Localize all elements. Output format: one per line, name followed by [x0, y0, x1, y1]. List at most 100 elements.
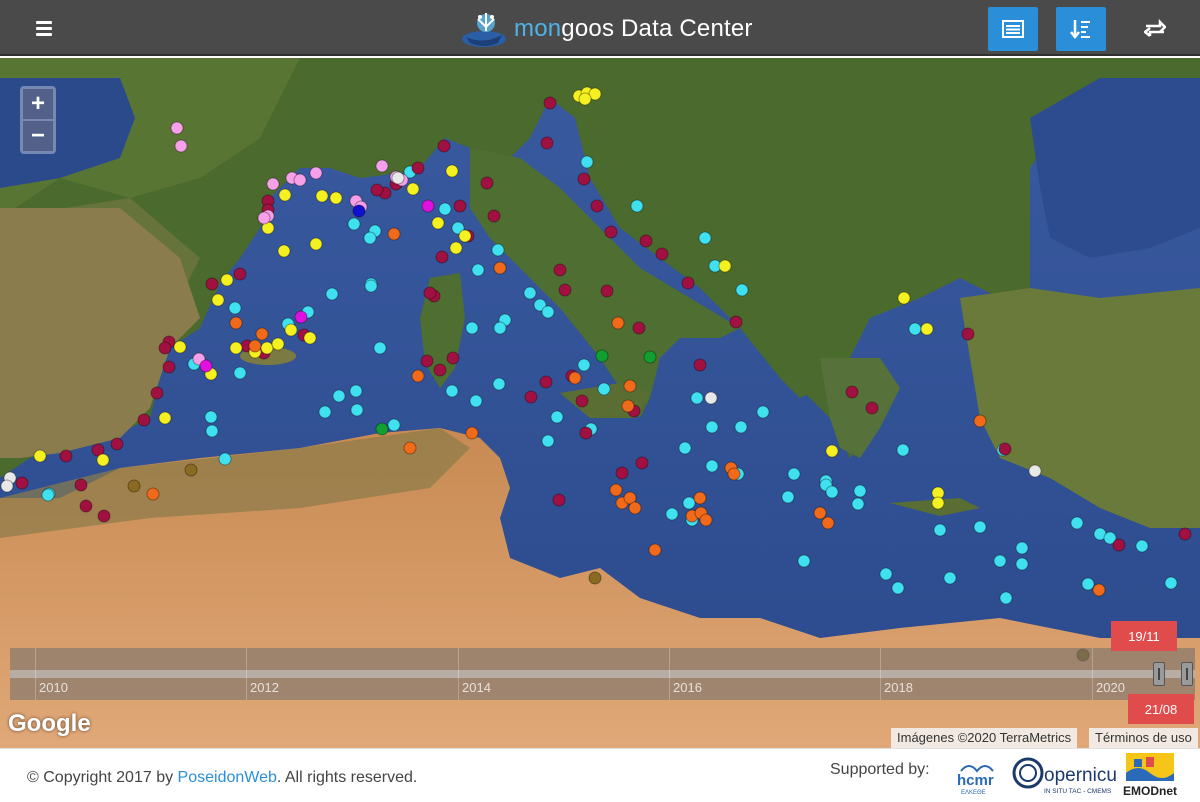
station-marker[interactable]	[993, 554, 1007, 568]
station-marker[interactable]	[431, 216, 445, 230]
station-marker[interactable]	[449, 241, 463, 255]
station-marker[interactable]	[787, 467, 801, 481]
station-marker[interactable]	[604, 225, 618, 239]
station-marker[interactable]	[693, 491, 707, 505]
station-marker[interactable]	[851, 497, 865, 511]
station-marker[interactable]	[580, 155, 594, 169]
station-marker[interactable]	[458, 229, 472, 243]
station-marker[interactable]	[41, 488, 55, 502]
station-marker[interactable]	[260, 341, 274, 355]
station-marker[interactable]	[621, 399, 635, 413]
station-marker[interactable]	[690, 391, 704, 405]
station-marker[interactable]	[387, 227, 401, 241]
station-marker[interactable]	[825, 485, 839, 499]
list-view-button[interactable]	[988, 7, 1038, 51]
station-marker[interactable]	[973, 520, 987, 534]
station-marker[interactable]	[370, 183, 384, 197]
station-marker[interactable]	[568, 371, 582, 385]
station-marker[interactable]	[318, 405, 332, 419]
station-marker[interactable]	[96, 453, 110, 467]
station-marker[interactable]	[813, 506, 827, 520]
station-marker[interactable]	[821, 516, 835, 530]
station-marker[interactable]	[1135, 539, 1149, 553]
station-marker[interactable]	[229, 341, 243, 355]
station-marker[interactable]	[33, 449, 47, 463]
station-marker[interactable]	[632, 321, 646, 335]
station-marker[interactable]	[446, 351, 460, 365]
station-marker[interactable]	[349, 384, 363, 398]
sort-button[interactable]	[1056, 7, 1106, 51]
station-marker[interactable]	[575, 394, 589, 408]
station-marker[interactable]	[433, 363, 447, 377]
station-marker[interactable]	[961, 327, 975, 341]
swap-button[interactable]	[1133, 7, 1177, 51]
station-marker[interactable]	[293, 173, 307, 187]
station-marker[interactable]	[205, 277, 219, 291]
zoom-in-button[interactable]: +	[23, 89, 53, 119]
terms-link[interactable]: Términos de uso	[1089, 728, 1198, 748]
station-marker[interactable]	[931, 496, 945, 510]
station-marker[interactable]	[137, 413, 151, 427]
station-marker[interactable]	[1092, 583, 1106, 597]
station-marker[interactable]	[174, 139, 188, 153]
station-marker[interactable]	[729, 315, 743, 329]
station-marker[interactable]	[1070, 516, 1084, 530]
station-marker[interactable]	[523, 286, 537, 300]
station-marker[interactable]	[853, 484, 867, 498]
time-slider[interactable]: 2010 2012 2014 2016 2018 2020	[10, 648, 1195, 700]
station-marker[interactable]	[0, 479, 14, 493]
station-marker[interactable]	[1028, 464, 1042, 478]
zoom-out-button[interactable]: −	[23, 121, 53, 151]
station-marker[interactable]	[558, 283, 572, 297]
station-marker[interactable]	[347, 217, 361, 231]
station-marker[interactable]	[146, 487, 160, 501]
station-marker[interactable]	[453, 199, 467, 213]
station-marker[interactable]	[257, 211, 271, 225]
station-marker[interactable]	[350, 403, 364, 417]
station-marker[interactable]	[471, 263, 485, 277]
station-marker[interactable]	[315, 189, 329, 203]
station-marker[interactable]	[865, 401, 879, 415]
station-marker[interactable]	[705, 420, 719, 434]
station-marker[interactable]	[423, 286, 437, 300]
station-marker[interactable]	[406, 182, 420, 196]
station-marker[interactable]	[373, 341, 387, 355]
station-marker[interactable]	[920, 322, 934, 336]
station-marker[interactable]	[97, 509, 111, 523]
station-marker[interactable]	[781, 490, 795, 504]
station-marker[interactable]	[1164, 576, 1178, 590]
station-marker[interactable]	[184, 463, 198, 477]
station-marker[interactable]	[162, 360, 176, 374]
station-marker[interactable]	[681, 276, 695, 290]
station-marker[interactable]	[628, 501, 642, 515]
station-marker[interactable]	[579, 426, 593, 440]
station-marker[interactable]	[698, 231, 712, 245]
station-marker[interactable]	[487, 209, 501, 223]
station-marker[interactable]	[403, 441, 417, 455]
station-marker[interactable]	[1015, 541, 1029, 555]
station-marker[interactable]	[643, 350, 657, 364]
poseidonweb-link[interactable]: PoseidonWeb	[178, 769, 277, 786]
station-marker[interactable]	[998, 442, 1012, 456]
station-marker[interactable]	[540, 136, 554, 150]
station-marker[interactable]	[309, 237, 323, 251]
station-marker[interactable]	[15, 476, 29, 490]
station-marker[interactable]	[205, 424, 219, 438]
station-marker[interactable]	[1112, 538, 1126, 552]
station-marker[interactable]	[294, 310, 308, 324]
station-marker[interactable]	[363, 231, 377, 245]
station-marker[interactable]	[255, 327, 269, 341]
station-marker[interactable]	[578, 92, 592, 106]
station-marker[interactable]	[170, 121, 184, 135]
station-marker[interactable]	[718, 259, 732, 273]
station-marker[interactable]	[127, 479, 141, 493]
station-marker[interactable]	[445, 164, 459, 178]
station-marker[interactable]	[332, 389, 346, 403]
station-marker[interactable]	[609, 483, 623, 497]
station-marker[interactable]	[595, 349, 609, 363]
station-marker[interactable]	[682, 496, 696, 510]
station-marker[interactable]	[597, 382, 611, 396]
station-marker[interactable]	[550, 410, 564, 424]
station-marker[interactable]	[543, 96, 557, 110]
station-marker[interactable]	[665, 507, 679, 521]
